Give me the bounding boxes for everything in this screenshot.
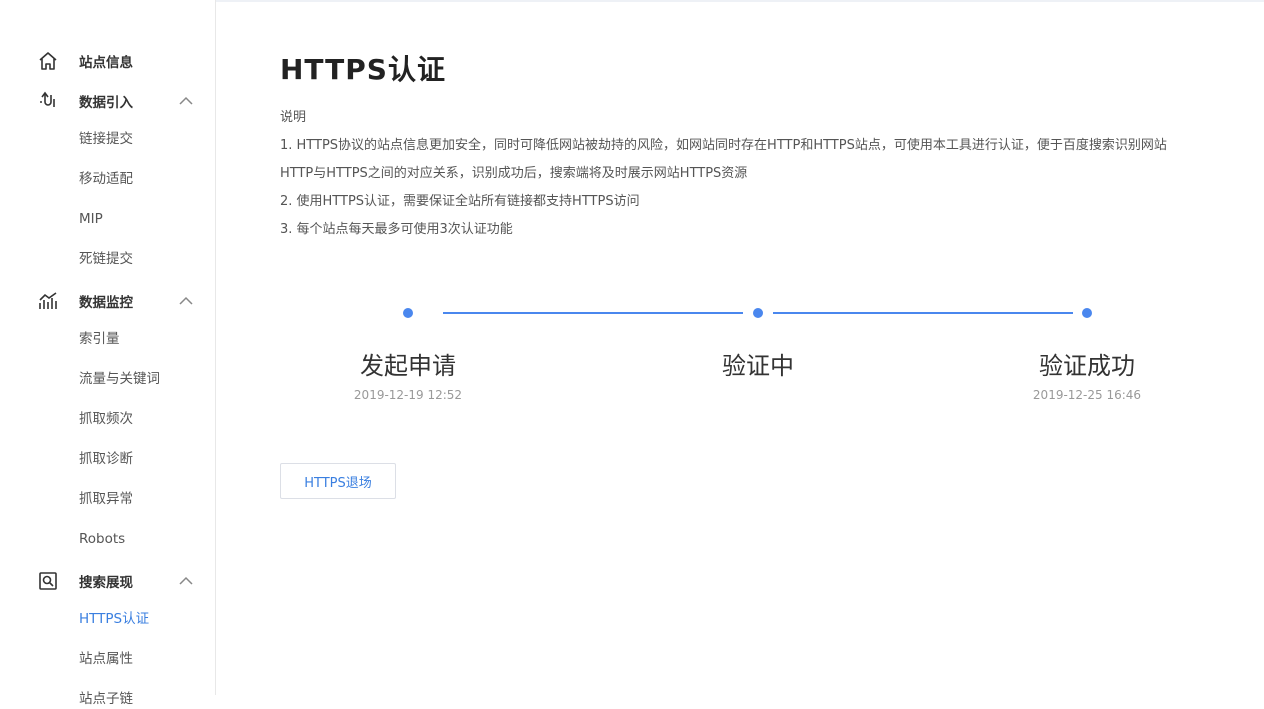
sidebar-section-label: 数据监控: [79, 295, 133, 311]
data-import-icon: [40, 91, 55, 107]
step-connector: [773, 312, 1073, 314]
sidebar-item-mobile-adapt[interactable]: 移动适配: [79, 169, 133, 189]
sidebar-section-data-import[interactable]: 数据引入: [0, 89, 215, 113]
chevron-up-icon[interactable]: [178, 575, 194, 587]
step-name-verifying: 验证中: [722, 352, 794, 380]
description-line: 1. HTTPS协议的站点信息更加安全，同时可降低网站被劫持的风险，如网站同时存…: [280, 138, 1167, 153]
sidebar-item-crawl-errors[interactable]: 抓取异常: [79, 489, 133, 509]
step-time-success: 2019-12-25 16:46: [1032, 388, 1142, 402]
description-line: 3. 每个站点每天最多可使用3次认证功能: [280, 222, 513, 237]
step-dot-1: [403, 308, 413, 318]
description-heading: 说明: [280, 110, 307, 125]
sidebar-item-index-volume[interactable]: 索引量: [79, 329, 120, 349]
sidebar-item-crawl-frequency[interactable]: 抓取频次: [79, 409, 133, 429]
sidebar-section-label: 数据引入: [79, 95, 133, 111]
chart-icon: [39, 292, 57, 309]
main-content: HTTPS认证 说明 1. HTTPS协议的站点信息更加安全，同时可降低网站被劫…: [216, 0, 1264, 695]
sidebar-item-robots[interactable]: Robots: [79, 529, 125, 549]
sidebar-item-dead-link[interactable]: 死链提交: [79, 249, 133, 269]
description-line: 2. 使用HTTPS认证，需要保证全站所有链接都支持HTTPS访问: [280, 194, 640, 209]
sidebar-section-site-info[interactable]: 站点信息: [0, 49, 215, 73]
sidebar-item-site-attributes[interactable]: 站点属性: [79, 649, 133, 669]
step-name-success: 验证成功: [1039, 352, 1135, 380]
sidebar-section-label: 搜索展现: [79, 575, 133, 591]
chevron-up-icon[interactable]: [178, 295, 194, 307]
sidebar-item-https-auth[interactable]: HTTPS认证: [79, 609, 149, 629]
sidebar-section-data-monitor[interactable]: 数据监控: [0, 289, 215, 313]
step-dot-3: [1082, 308, 1092, 318]
description-line: HTTP与HTTPS之间的对应关系，识别成功后，搜索端将及时展示网站HTTPS资…: [280, 166, 748, 181]
sidebar-item-site-sublinks[interactable]: 站点子链: [79, 689, 133, 709]
home-icon: [39, 52, 57, 70]
https-exit-button[interactable]: HTTPS退场: [280, 463, 396, 499]
sidebar-item-mip[interactable]: MIP: [79, 209, 103, 229]
sidebar-section-search-display[interactable]: 搜索展现: [0, 569, 215, 593]
search-display-icon: [39, 572, 57, 590]
chevron-up-icon[interactable]: [178, 95, 194, 107]
step-connector: [443, 312, 743, 314]
step-time-apply: 2019-12-19 12:52: [353, 388, 463, 402]
sidebar-item-crawl-diagnosis[interactable]: 抓取诊断: [79, 449, 133, 469]
step-name-apply: 发起申请: [360, 352, 456, 380]
step-dot-2: [753, 308, 763, 318]
sidebar-item-link-submit[interactable]: 链接提交: [79, 129, 133, 149]
page-title: HTTPS认证: [280, 53, 446, 86]
sidebar: 站点信息 数据引入 链接提交 移动适配 MIP 死链提交 数据监控 索引量 流量…: [0, 0, 216, 707]
sidebar-item-traffic-keywords[interactable]: 流量与关键词: [79, 369, 160, 389]
sidebar-section-label: 站点信息: [79, 55, 133, 71]
